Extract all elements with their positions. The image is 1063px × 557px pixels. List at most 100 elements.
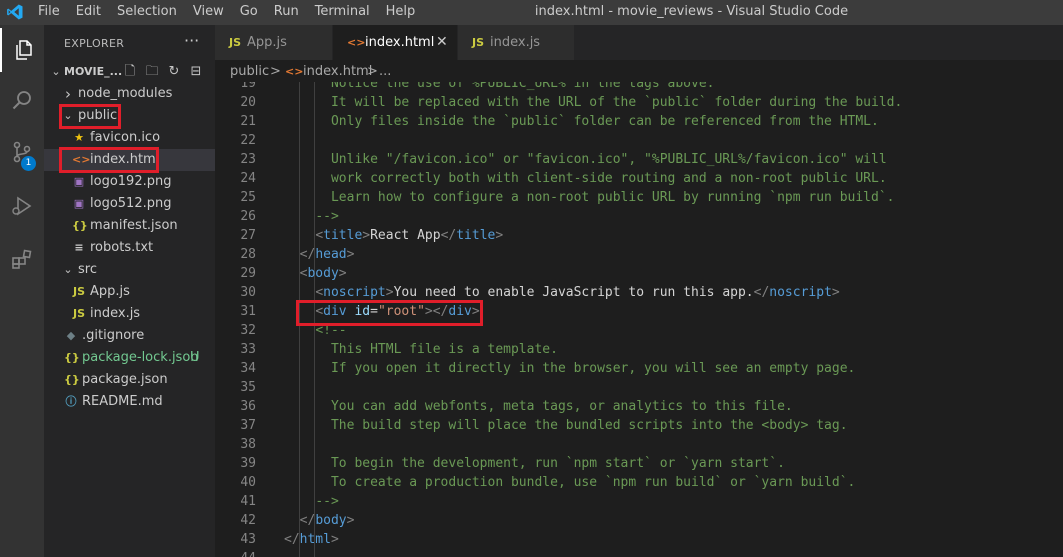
js-file-icon: JS xyxy=(472,36,485,49)
code-line: 44 xyxy=(215,549,1063,557)
line-number: 25 xyxy=(240,190,256,205)
menu-help[interactable]: Help xyxy=(378,0,424,25)
breadcrumb-more[interactable]: ... xyxy=(379,60,391,84)
code-token: work correctly both with client-side rou… xyxy=(330,171,887,186)
code-token: < xyxy=(315,304,324,319)
line-number: 30 xyxy=(240,285,256,300)
code-token: = xyxy=(370,304,378,319)
line-number: 43 xyxy=(240,532,256,547)
tree-item[interactable]: ⓘ README.md xyxy=(44,391,215,413)
tree-item[interactable]: › node_modules xyxy=(44,83,215,105)
code-text: --> xyxy=(315,207,338,226)
code-line: 28 </head> xyxy=(215,245,1063,264)
code-token: You need to enable JavaScript to run thi… xyxy=(393,285,754,300)
code-token: body xyxy=(307,266,339,281)
code-editor[interactable]: 19 Notice the use of %PUBLIC_URL% in the … xyxy=(215,82,1063,557)
menu-selection[interactable]: Selection xyxy=(109,0,185,25)
code-text: This HTML file is a template. xyxy=(331,340,558,359)
collapse-all-icon[interactable]: ⊟ xyxy=(188,64,204,80)
tree-item[interactable]: {} package.json xyxy=(44,369,215,391)
title-bar: File Edit Selection View Go Run Terminal Help i… xyxy=(0,0,1063,25)
search-icon[interactable] xyxy=(0,78,44,122)
code-line: 22 xyxy=(215,131,1063,150)
tree-item[interactable]: JS App.js xyxy=(44,281,215,303)
refresh-icon[interactable]: ↻ xyxy=(166,64,182,80)
menu-view[interactable]: View xyxy=(185,0,232,25)
tree-item-label: favicon.ico xyxy=(90,130,161,145)
code-line: 40 To create a production bundle, use `np… xyxy=(215,473,1063,492)
tree-item-label: index.js xyxy=(90,306,141,321)
tree-item[interactable]: ⌄ src xyxy=(44,259,215,281)
activity-bar: 1 xyxy=(0,25,44,557)
code-token: < xyxy=(315,285,324,300)
code-token: "root" xyxy=(377,304,425,319)
file-type-icon: JS xyxy=(72,307,85,320)
tree-item[interactable]: ▣ logo192.png xyxy=(44,171,215,193)
tab-App-js[interactable]: JS App.js xyxy=(215,25,332,60)
tree-item-label: App.js xyxy=(90,284,130,299)
code-line: 20 It will be replaced with the URL of th… xyxy=(215,93,1063,112)
line-number: 33 xyxy=(240,342,256,357)
code-token: > xyxy=(495,228,504,243)
file-type-icon: {} xyxy=(64,351,80,364)
code-line: 42 </body> xyxy=(215,511,1063,530)
code-token: Notice the use of %PUBLIC_URL% in the ta… xyxy=(330,82,715,91)
tree-item[interactable]: {} package-lock.json U xyxy=(44,347,215,369)
menu-terminal[interactable]: Terminal xyxy=(307,0,378,25)
menu-file[interactable]: File xyxy=(30,0,68,25)
new-folder-icon[interactable]: 🗀 xyxy=(144,64,160,80)
code-text: To begin the development, run `npm start… xyxy=(331,454,785,473)
tree-item[interactable]: ≡ robots.txt xyxy=(44,237,215,259)
line-number: 38 xyxy=(240,437,256,452)
code-token: </ xyxy=(753,285,770,300)
source-control-icon[interactable]: 1 xyxy=(0,130,44,174)
breadcrumb-public[interactable]: public xyxy=(230,60,269,84)
code-line: 36 You can add webfonts, meta tags, or an… xyxy=(215,397,1063,416)
menu-run[interactable]: Run xyxy=(266,0,307,25)
code-token: Only files inside the `public` folder ca… xyxy=(330,114,879,129)
line-number: 42 xyxy=(240,513,256,528)
code-token: html xyxy=(299,532,331,547)
tab-index-html[interactable]: <> index.html ✕ xyxy=(333,25,457,60)
code-text: It will be replaced with the URL of the … xyxy=(331,93,902,112)
tree-item-label: robots.txt xyxy=(90,240,154,255)
menu-go[interactable]: Go xyxy=(232,0,266,25)
code-line: 35 xyxy=(215,378,1063,397)
tab-index-js[interactable]: JS index.js xyxy=(458,25,574,60)
explorer-icon[interactable] xyxy=(0,28,44,72)
code-line: 23 Unlike "/favicon.ico" or "favicon.ico"… xyxy=(215,150,1063,169)
tree-item[interactable]: <> index.html xyxy=(44,149,215,171)
breadcrumb-index-html[interactable]: index.html xyxy=(303,60,372,84)
close-icon[interactable]: ✕ xyxy=(436,25,448,60)
line-number: 24 xyxy=(240,171,256,186)
new-file-icon[interactable]: 🗋 xyxy=(122,64,138,80)
code-text: Learn how to configure a non-root public… xyxy=(331,188,895,207)
code-line: 25 Learn how to configure a non-root publ… xyxy=(215,188,1063,207)
code-token: > xyxy=(362,228,371,243)
code-text: Unlike "/favicon.ico" or "favicon.ico", … xyxy=(331,150,887,169)
tree-item[interactable]: {} manifest.json xyxy=(44,215,215,237)
tree-item[interactable]: JS index.js xyxy=(44,303,215,325)
code-token: ></ xyxy=(424,304,449,319)
tree-item-label: logo192.png xyxy=(90,174,172,189)
code-line: 37 The build step will place the bundled … xyxy=(215,416,1063,435)
js-file-icon: JS xyxy=(229,36,242,49)
run-debug-icon[interactable] xyxy=(0,184,44,228)
tree-item[interactable]: ◆ .gitignore xyxy=(44,325,215,347)
code-text: <title>React App</title> xyxy=(315,226,503,245)
vscode-logo-icon xyxy=(7,4,23,20)
untracked-badge: U xyxy=(190,350,200,365)
code-token: > xyxy=(346,247,355,262)
code-token: noscript xyxy=(323,285,386,300)
code-text: work correctly both with client-side rou… xyxy=(331,169,887,188)
chevron-down-icon: ⌄ xyxy=(63,109,73,122)
menu-edit[interactable]: Edit xyxy=(68,0,109,25)
tree-item[interactable]: ⌄ public xyxy=(44,105,215,127)
tree-item[interactable]: ▣ logo512.png xyxy=(44,193,215,215)
code-line: 39 To begin the development, run `npm sta… xyxy=(215,454,1063,473)
extensions-icon[interactable] xyxy=(0,237,44,281)
project-folder[interactable]: ⌄ MOVIE_... 🗋 🗀 ↻ ⊟ xyxy=(44,61,215,83)
menu-bar: File Edit Selection View Go Run Terminal Help xyxy=(30,0,423,25)
more-actions-icon[interactable]: ··· xyxy=(184,31,199,50)
tree-item[interactable]: ★ favicon.ico xyxy=(44,127,215,149)
